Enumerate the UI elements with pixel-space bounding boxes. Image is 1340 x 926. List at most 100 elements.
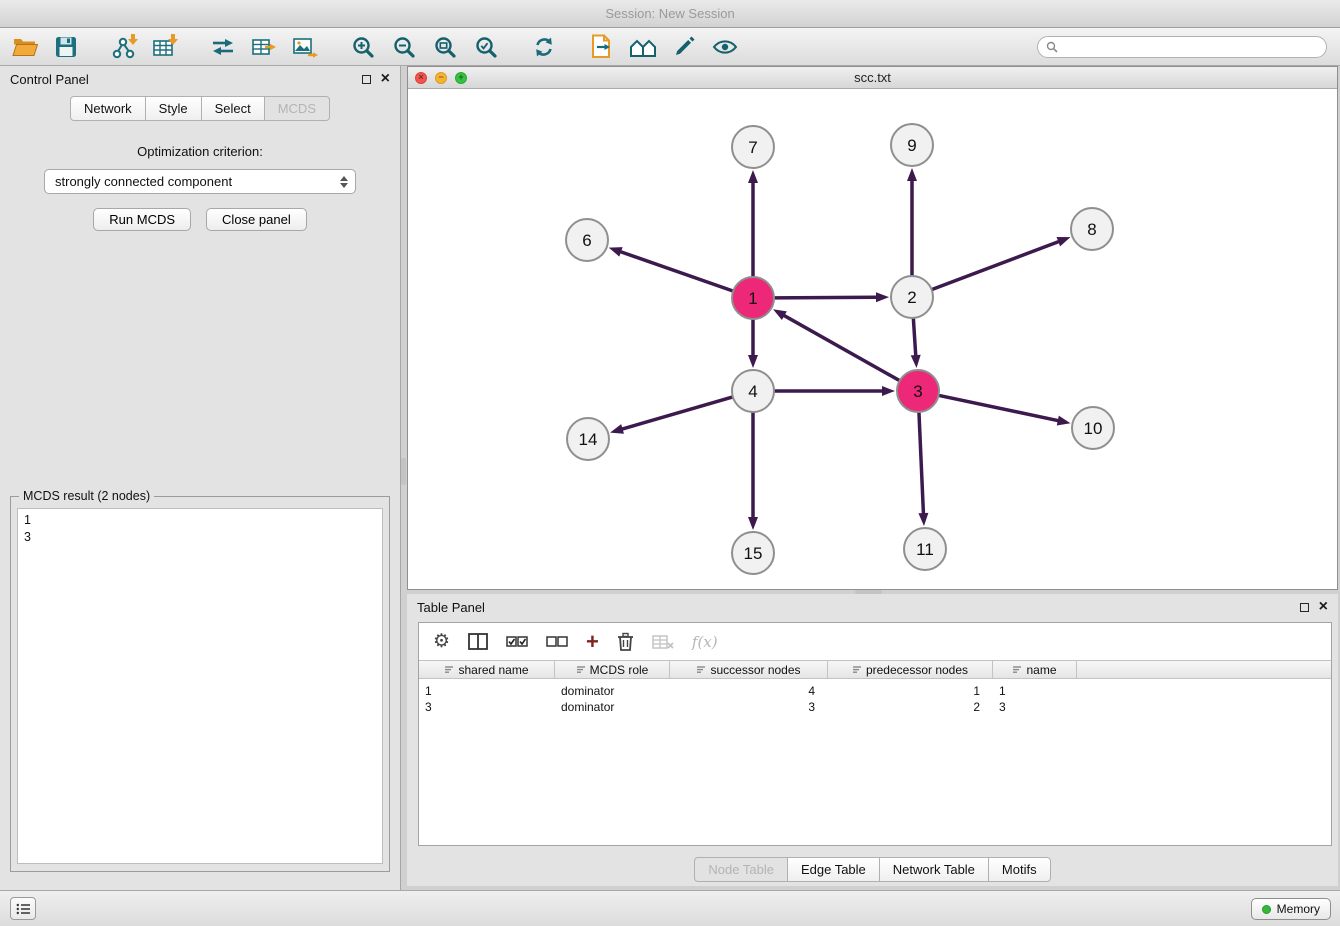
swap-arrows-icon[interactable] — [208, 32, 238, 62]
close-panel-icon[interactable]: × — [381, 73, 390, 85]
column-header-successor-nodes[interactable]: successor nodes — [670, 661, 828, 678]
split-column-icon[interactable] — [468, 633, 488, 650]
tab-node-table[interactable]: Node Table — [694, 857, 788, 882]
refresh-icon[interactable] — [529, 32, 559, 62]
open-folder-icon[interactable] — [10, 32, 40, 62]
import-network-icon[interactable] — [109, 32, 139, 62]
tab-network-table[interactable]: Network Table — [879, 857, 989, 882]
graph-edge[interactable] — [748, 170, 758, 276]
task-history-button[interactable] — [10, 897, 36, 920]
graph-edge[interactable] — [610, 397, 732, 434]
delete-row-icon[interactable] — [617, 632, 634, 651]
graph-node[interactable]: 6 — [566, 219, 608, 261]
graph-node[interactable]: 1 — [732, 277, 774, 319]
memory-status-icon — [1262, 905, 1271, 914]
table-row[interactable]: 1dominator411 — [419, 683, 1331, 699]
memory-button[interactable]: Memory — [1251, 898, 1331, 920]
close-window-icon[interactable]: × — [415, 72, 427, 84]
mcds-result-lines[interactable]: 13 — [17, 508, 383, 864]
run-mcds-button[interactable]: Run MCDS — [93, 208, 191, 231]
graph-edge[interactable] — [940, 396, 1071, 426]
graph-node-label: 10 — [1084, 419, 1103, 438]
tab-select[interactable]: Select — [201, 96, 265, 121]
close-table-panel-icon[interactable]: × — [1319, 601, 1328, 613]
table-cell: 3 — [419, 699, 555, 715]
graph-edge[interactable] — [773, 309, 899, 380]
graph-edge[interactable] — [918, 413, 928, 526]
float-table-panel-icon[interactable] — [1300, 603, 1309, 612]
add-row-icon[interactable]: + — [586, 631, 599, 653]
graph-node[interactable]: 3 — [897, 370, 939, 412]
graph-node[interactable]: 14 — [567, 418, 609, 460]
control-panel-title: Control Panel — [10, 72, 89, 87]
tab-edge-table[interactable]: Edge Table — [787, 857, 880, 882]
tab-mcds[interactable]: MCDS — [264, 96, 330, 121]
close-panel-button[interactable]: Close panel — [206, 208, 307, 231]
network-canvas[interactable]: 1 2 3 4 6 7 8 9 10 11 14 15 — [408, 89, 1337, 589]
zoom-window-icon[interactable]: + — [455, 72, 467, 84]
zoom-fit-icon[interactable] — [430, 32, 460, 62]
eye-icon[interactable] — [710, 32, 740, 62]
graph-node[interactable]: 15 — [732, 532, 774, 574]
table-cell: 2 — [828, 699, 993, 715]
tab-network[interactable]: Network — [70, 96, 146, 121]
graph-node[interactable]: 10 — [1072, 407, 1114, 449]
graph-edge[interactable] — [775, 386, 895, 396]
main-toolbar — [0, 28, 1340, 66]
graph-edge[interactable] — [609, 247, 733, 291]
vertical-splitter-handle[interactable] — [401, 458, 406, 485]
graph-node[interactable]: 8 — [1071, 208, 1113, 250]
node-table: ⚙ + — [418, 622, 1332, 846]
float-panel-icon[interactable] — [362, 75, 371, 84]
network-window-titlebar[interactable]: scc.txt × − + — [408, 67, 1337, 89]
table-toolbar: ⚙ + — [419, 623, 1331, 660]
graph-edge[interactable] — [775, 292, 889, 302]
search-input[interactable] — [1064, 40, 1318, 54]
zoom-selected-icon[interactable] — [471, 32, 501, 62]
zoom-out-icon[interactable] — [389, 32, 419, 62]
export-image-icon[interactable] — [290, 32, 320, 62]
graph-edge[interactable] — [748, 320, 758, 368]
tab-style[interactable]: Style — [145, 96, 202, 121]
graph-node[interactable]: 11 — [904, 528, 946, 570]
mcds-result-box: MCDS result (2 nodes) 13 — [10, 496, 390, 872]
gear-icon[interactable]: ⚙ — [433, 632, 450, 651]
deselect-all-icon[interactable] — [546, 635, 568, 648]
import-table-icon[interactable] — [150, 32, 180, 62]
graph-node-label: 6 — [582, 231, 591, 250]
save-icon[interactable] — [51, 32, 81, 62]
sort-icon — [852, 665, 862, 674]
criterion-dropdown[interactable]: strongly connected component — [44, 169, 356, 194]
minimize-window-icon[interactable]: − — [435, 72, 447, 84]
memory-button-label: Memory — [1277, 902, 1320, 916]
search-field[interactable] — [1037, 36, 1327, 58]
graph-node[interactable]: 7 — [732, 126, 774, 168]
tab-motifs[interactable]: Motifs — [988, 857, 1051, 882]
table-cell: 4 — [670, 683, 828, 699]
column-header-shared-name[interactable]: shared name — [419, 661, 555, 678]
list-icon — [16, 903, 31, 915]
graph-edge[interactable] — [748, 413, 758, 530]
network-window: scc.txt × − + 1 2 3 4 6 7 8 9 10 11 14 15 — [407, 66, 1338, 590]
table-row[interactable]: 3dominator323 — [419, 699, 1331, 715]
optimization-criterion-label: Optimization criterion: — [0, 144, 400, 159]
graph-node-label: 11 — [916, 540, 934, 559]
table-cell: 1 — [419, 683, 555, 699]
graph-node-label: 3 — [913, 382, 922, 401]
column-header-mcds-role[interactable]: MCDS role — [555, 661, 670, 678]
graph-edge[interactable] — [933, 237, 1071, 289]
graph-node[interactable]: 4 — [732, 370, 774, 412]
graph-node[interactable]: 2 — [891, 276, 933, 318]
select-all-icon[interactable] — [506, 635, 528, 648]
style-brush-icon[interactable] — [669, 32, 699, 62]
delete-table-icon — [652, 634, 674, 650]
document-share-icon[interactable] — [587, 32, 617, 62]
graph-edge[interactable] — [907, 168, 917, 275]
home-views-icon[interactable] — [628, 32, 658, 62]
graph-edge[interactable] — [911, 319, 921, 368]
zoom-in-icon[interactable] — [348, 32, 378, 62]
column-header-name[interactable]: name — [993, 661, 1077, 678]
export-table-icon[interactable] — [249, 32, 279, 62]
column-header-predecessor-nodes[interactable]: predecessor nodes — [828, 661, 993, 678]
graph-node[interactable]: 9 — [891, 124, 933, 166]
